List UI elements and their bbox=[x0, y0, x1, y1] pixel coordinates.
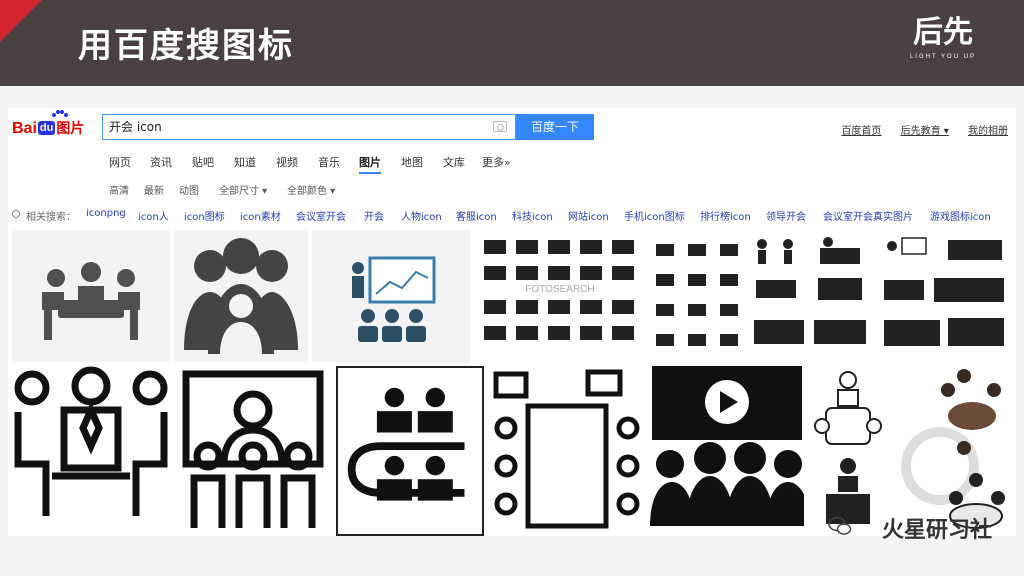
related-searches: 相关搜索： iconpng icon人 icon图标 icon素材 会议室开会 … bbox=[8, 208, 1016, 226]
result-thumb-interview[interactable] bbox=[12, 366, 170, 536]
fotosearch-watermark: FOTOSEARCH bbox=[525, 284, 594, 295]
logo-bai: Bai bbox=[12, 120, 37, 137]
tab-zhidao[interactable]: 知道 bbox=[234, 154, 256, 170]
related-item[interactable]: 开会 bbox=[364, 208, 384, 223]
watermark-text: 火星研习社 bbox=[881, 518, 992, 543]
tab-wenku[interactable]: 文库 bbox=[443, 154, 465, 170]
interview-icon bbox=[14, 366, 168, 516]
result-thumb-group[interactable] bbox=[174, 230, 308, 362]
filter-hd[interactable]: 高清 bbox=[109, 182, 129, 197]
filter-animated[interactable]: 动图 bbox=[179, 182, 199, 197]
brand-logo: 后先 LIGHT YOU UP bbox=[906, 16, 980, 70]
filter-size[interactable]: 全部尺寸 ▾ bbox=[219, 182, 267, 197]
activities-icon bbox=[884, 237, 1004, 346]
baidu-paw-icon bbox=[52, 110, 68, 120]
tab-music[interactable]: 音乐 bbox=[318, 154, 340, 170]
result-thumb-meeting-table[interactable] bbox=[12, 230, 170, 362]
result-thumb-people-scenes[interactable] bbox=[748, 230, 874, 362]
meeting-table-icon bbox=[42, 262, 140, 340]
search-input[interactable] bbox=[109, 119, 479, 133]
related-item[interactable]: 会议室开会 bbox=[296, 208, 346, 223]
brand-mark: 后先 bbox=[913, 15, 973, 50]
result-thumb-icon-grid[interactable] bbox=[650, 230, 744, 362]
group-people-icon bbox=[184, 238, 298, 354]
slide-title: 用百度搜图标 bbox=[78, 26, 294, 66]
related-item[interactable]: iconpng bbox=[86, 208, 126, 219]
related-item[interactable]: 会议室开会真实图片 bbox=[823, 208, 913, 223]
tab-tieba[interactable]: 贴吧 bbox=[192, 154, 214, 170]
link-account-menu[interactable]: 后先教育 ▾ bbox=[901, 126, 949, 137]
filter-latest[interactable]: 最新 bbox=[144, 182, 164, 197]
search-bar: Baidu图片 百度一下 百度首页 后先教育 ▾ 我的相册 bbox=[8, 108, 1016, 148]
related-item[interactable]: 游戏图标icon bbox=[930, 208, 991, 223]
related-item[interactable]: 网站icon bbox=[568, 208, 609, 223]
slide-header: 用百度搜图标 后先 LIGHT YOU UP bbox=[0, 0, 1024, 86]
related-item[interactable]: 人物icon bbox=[401, 208, 442, 223]
result-thumb-board-meeting[interactable] bbox=[174, 366, 332, 536]
link-my-album[interactable]: 我的相册 bbox=[968, 126, 1008, 137]
camera-icon[interactable] bbox=[493, 121, 507, 132]
business-icon-grid bbox=[656, 244, 738, 346]
table-discussion-icon bbox=[493, 369, 640, 529]
brand-tagline: LIGHT YOU UP bbox=[909, 54, 977, 60]
filter-bar: 高清 最新 动图 全部尺寸 ▾ 全部颜色 ▾ bbox=[8, 182, 1016, 200]
related-item[interactable]: icon素材 bbox=[240, 208, 281, 223]
result-thumb-video-audience[interactable] bbox=[650, 366, 804, 536]
related-item[interactable]: 客服icon bbox=[456, 208, 497, 223]
result-thumb-round-table[interactable] bbox=[808, 366, 886, 536]
tab-map[interactable]: 地图 bbox=[401, 154, 423, 170]
tab-images[interactable]: 图片 bbox=[359, 154, 381, 170]
logo-du: du bbox=[37, 121, 56, 135]
result-thumb-presentation[interactable] bbox=[312, 230, 470, 362]
search-button[interactable]: 百度一下 bbox=[516, 114, 594, 140]
link-baidu-home[interactable]: 百度首页 bbox=[841, 126, 881, 137]
active-tab-indicator bbox=[359, 172, 381, 174]
search-icon bbox=[12, 210, 20, 218]
slide: 用百度搜图标 后先 LIGHT YOU UP Baidu图片 百度一下 百度首页… bbox=[0, 0, 1024, 576]
browser-screenshot: Baidu图片 百度一下 百度首页 后先教育 ▾ 我的相册 网页 资讯 贴吧 知… bbox=[8, 108, 1016, 536]
image-results: FOTOSEARCH bbox=[8, 230, 1016, 536]
related-item[interactable]: 领导开会 bbox=[766, 208, 806, 223]
baidu-logo[interactable]: Bai du 图片 bbox=[12, 118, 84, 138]
logo-tupian: 图片 bbox=[56, 120, 85, 136]
people-scenes-icon bbox=[754, 237, 866, 344]
tab-video[interactable]: 视频 bbox=[276, 154, 298, 170]
tab-more[interactable]: 更多» bbox=[482, 154, 511, 170]
related-item[interactable]: icon图标 bbox=[184, 208, 225, 223]
presentation-icon bbox=[352, 256, 436, 342]
filter-color[interactable]: 全部颜色 ▾ bbox=[287, 182, 335, 197]
result-thumb-conference-table[interactable] bbox=[336, 366, 484, 536]
conference-table-icon bbox=[347, 387, 465, 501]
round-table-icon bbox=[814, 371, 882, 524]
result-thumb-activities[interactable] bbox=[878, 230, 1012, 362]
result-thumb-3d-meeting[interactable] bbox=[890, 366, 1012, 536]
related-item[interactable]: 手机icon图标 bbox=[624, 208, 685, 223]
related-item[interactable]: 排行榜icon bbox=[700, 208, 751, 223]
wechat-icon bbox=[828, 516, 852, 535]
corner-accent bbox=[0, 0, 42, 42]
related-item[interactable]: 科技icon bbox=[512, 208, 553, 223]
meeting-3d-icon bbox=[901, 369, 1005, 529]
result-thumb-table-discussion[interactable] bbox=[488, 366, 646, 536]
board-meeting-icon bbox=[182, 370, 324, 528]
tab-web[interactable]: 网页 bbox=[109, 154, 131, 170]
related-label: 相关搜索： bbox=[26, 212, 76, 223]
tab-news[interactable]: 资讯 bbox=[150, 154, 172, 170]
result-thumb-icon-set[interactable]: FOTOSEARCH bbox=[474, 230, 646, 362]
video-audience-icon bbox=[650, 366, 804, 526]
search-box[interactable] bbox=[102, 114, 516, 140]
category-tabs: 网页 资讯 贴吧 知道 视频 音乐 图片 地图 文库 更多» bbox=[8, 152, 1016, 174]
meeting-icon-set: FOTOSEARCH bbox=[484, 240, 634, 340]
top-links: 百度首页 后先教育 ▾ 我的相册 bbox=[825, 122, 1008, 137]
related-item[interactable]: icon人 bbox=[138, 208, 169, 223]
